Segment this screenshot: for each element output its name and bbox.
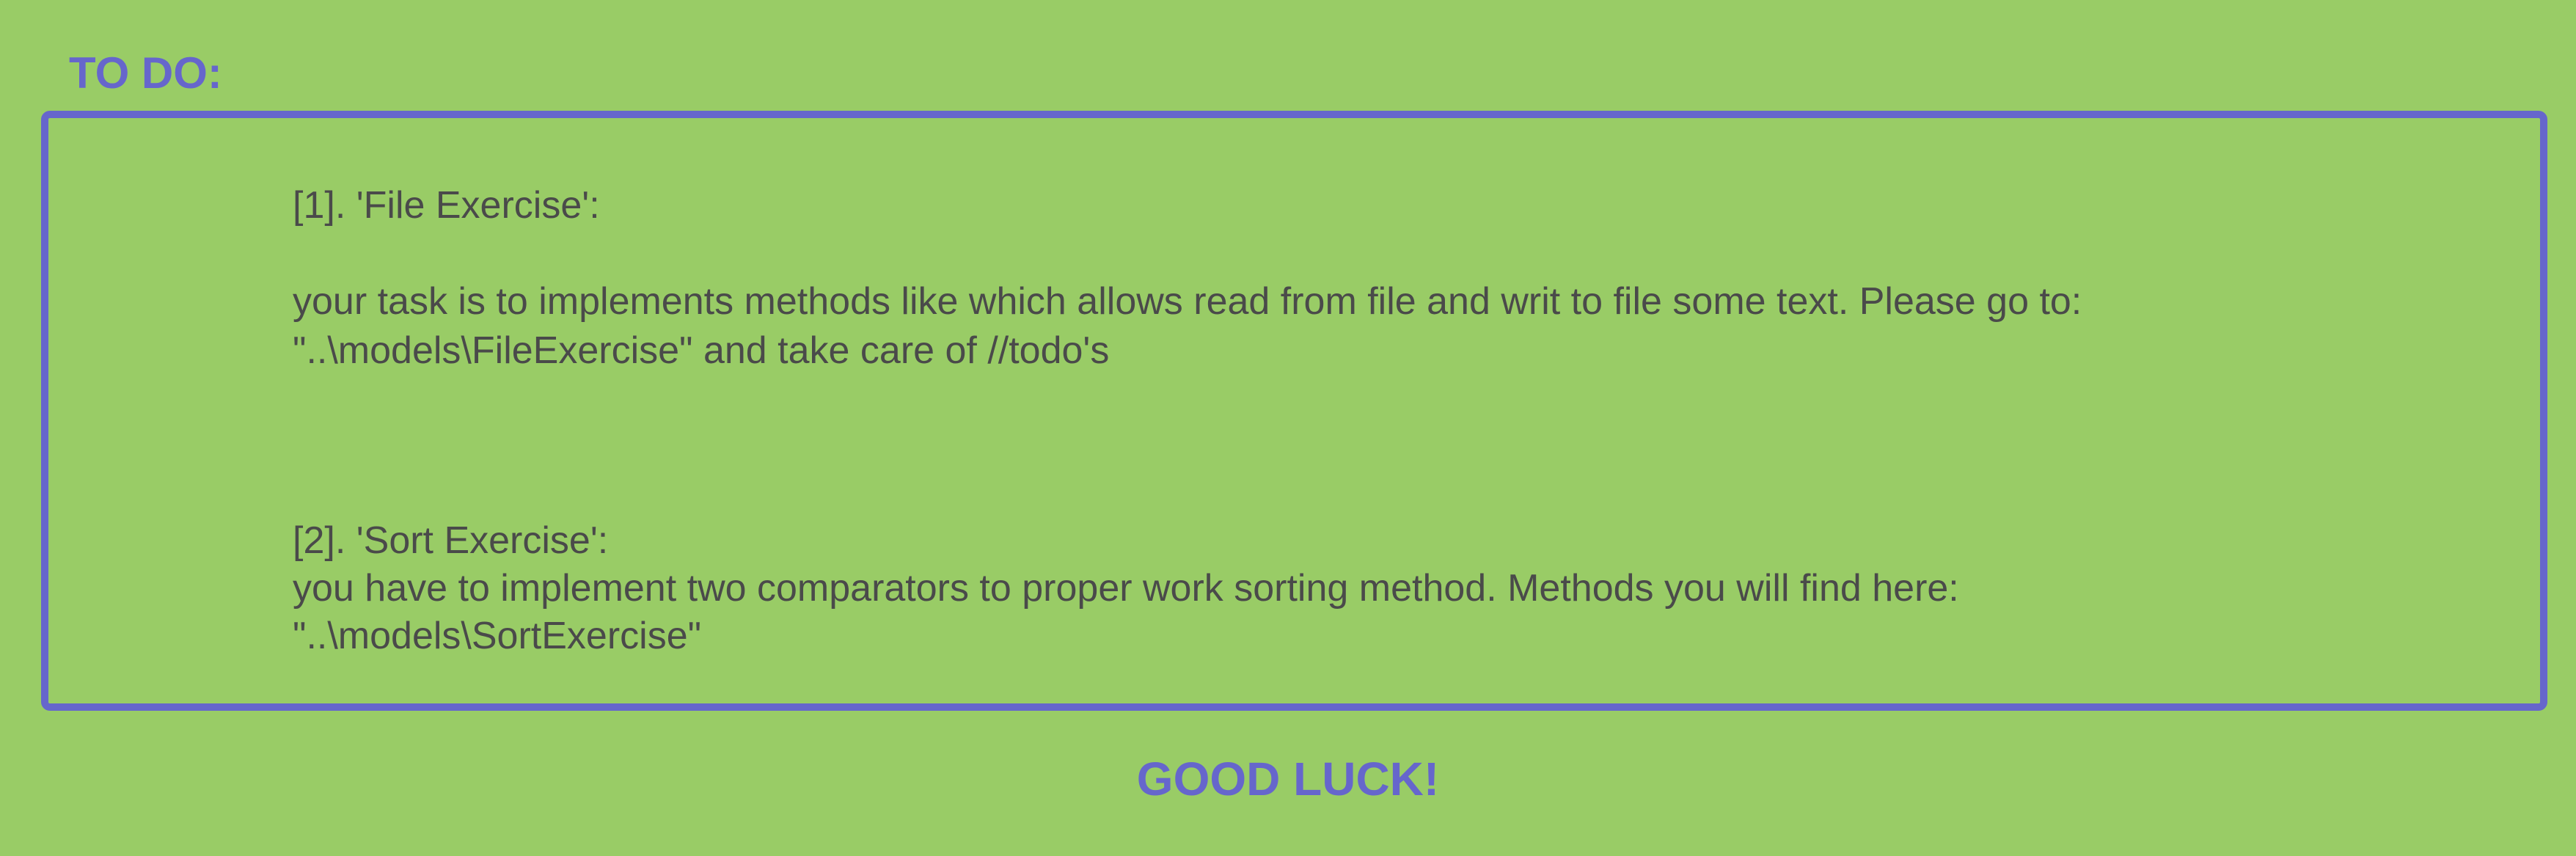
task-2-description-line-1: you have to implement two comparators to… <box>293 567 1959 610</box>
task-2-description-line-2: "..\models\SortExercise" <box>293 615 702 657</box>
task-1-description-line-2: "..\models\FileExercise" and take care o… <box>293 329 1110 372</box>
todo-heading: TO DO: <box>69 48 222 98</box>
task-1-title: [1]. 'File Exercise': <box>293 184 600 227</box>
task-2-title: [2]. 'Sort Exercise': <box>293 519 609 562</box>
good-luck-footer: GOOD LUCK! <box>1136 753 1440 805</box>
task-1-description-line-1: your task is to implements methods like … <box>293 280 2082 323</box>
